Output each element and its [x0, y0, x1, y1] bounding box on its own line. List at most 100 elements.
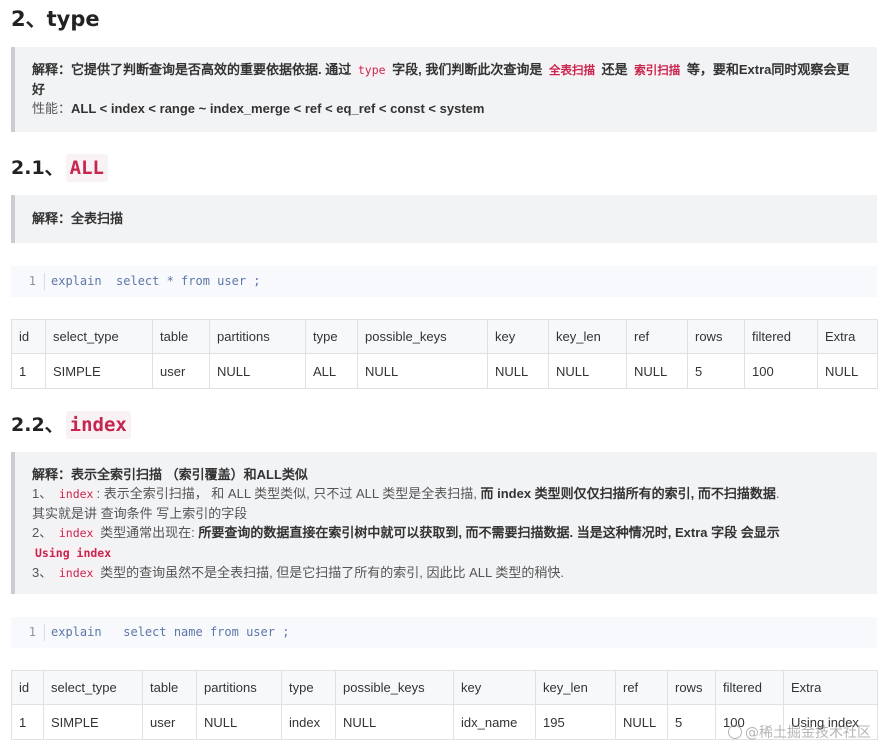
item2-number: 2、 [32, 525, 56, 540]
item3-number: 3、 [32, 565, 56, 580]
index-code-text: explain select name from user ; [51, 625, 290, 639]
item1-text-a: : 表示全索引扫描， 和 ALL 类型类似, 只不过 ALL 类型是全表扫描, [96, 486, 481, 501]
all-th-key: key [487, 319, 549, 354]
all-th-select-type: select_type [45, 319, 153, 354]
item3-text: 类型的查询虽然不是全表扫描, 但是它扫描了所有的索引, 因此比 ALL 类型的稍… [96, 565, 565, 580]
intro-text-2: 字段, 我们判断此次查询是 [388, 62, 547, 77]
index-th-table: table [142, 670, 197, 705]
item1-text-b: . [775, 486, 780, 501]
index-quote-item-1: 1、 index: 表示全索引扫描， 和 ALL 类型类似, 只不过 ALL 类… [32, 484, 861, 504]
article-page: 2、type 解释：它提供了判断查询是否高效的重要依据依据. 通过 type 字… [0, 0, 889, 752]
item2-code-using-index: Using index [32, 546, 115, 560]
index-th-key: key [453, 670, 536, 705]
item2-code: index [55, 526, 97, 540]
index-td-rows: 5 [667, 704, 716, 740]
index-td-type: index [281, 704, 336, 740]
index-code-line-number: 1 [11, 624, 45, 641]
all-td-possible-keys: NULL [357, 353, 488, 389]
subsection-index-number: 2.2、 [11, 414, 64, 436]
index-quote-item-2: 2、 index 类型通常出现在: 所要查询的数据直接在索引树中就可以获取到, … [32, 523, 861, 543]
all-th-type: type [305, 319, 358, 354]
subsection-all-number: 2.1、 [11, 157, 64, 179]
table-row: 1 SIMPLE user NULL ALL NULL NULL NULL NU… [11, 353, 878, 389]
item1-code: index [55, 487, 97, 501]
intro-performance: 性能：ALL < index < range ~ index_merge < r… [32, 99, 861, 118]
index-th-partitions: partitions [196, 670, 282, 705]
all-td-select-type: SIMPLE [45, 353, 153, 389]
all-th-key-len: key_len [548, 319, 627, 354]
index-th-possible-keys: possible_keys [335, 670, 454, 705]
index-quote-item-1-line2: 其实就是讲 查询条件 写上索引的字段 [32, 504, 861, 523]
all-th-rows: rows [687, 319, 745, 354]
index-th-extra: Extra [783, 670, 878, 705]
index-th-ref: ref [615, 670, 668, 705]
intro-text-1: 它提供了判断查询是否高效的重要依据依据. 通过 [71, 62, 355, 77]
item1-line2: 其实就是讲 查询条件 写上索引的字段 [32, 506, 248, 521]
subsection-all-title: 2.1、 ALL [11, 154, 108, 182]
all-th-partitions: partitions [209, 319, 306, 354]
all-table-header-row: id select_type table partitions type pos… [11, 319, 878, 354]
subsection-index-code: index [65, 411, 131, 439]
index-quote: 解释：表示全索引扫描 （索引覆盖）和ALL类似 1、 index: 表示全索引扫… [11, 452, 877, 594]
all-td-key: NULL [487, 353, 549, 389]
index-td-select-type: SIMPLE [43, 704, 143, 740]
index-quote-title-text: 解释：表示全索引扫描 （索引覆盖）和ALL类似 [32, 467, 308, 482]
index-table-header-row: id select_type table partitions type pos… [11, 670, 878, 705]
all-explain-table: id select_type table partitions type pos… [11, 319, 878, 389]
all-td-extra: NULL [817, 353, 878, 389]
index-td-ref: NULL [615, 704, 668, 740]
perf-value: ALL < index < range ~ index_merge < ref … [71, 101, 485, 116]
watermark-text: @稀土掘金技术社区 [745, 725, 871, 741]
index-th-select-type: select_type [43, 670, 143, 705]
index-quote-item-3: 3、 index 类型的查询虽然不是全表扫描, 但是它扫描了所有的索引, 因此比… [32, 563, 861, 583]
index-th-filtered: filtered [715, 670, 784, 705]
all-quote: 解释：全表扫描 [11, 195, 877, 243]
intro-explanation: 解释：它提供了判断查询是否高效的重要依据依据. 通过 type 字段, 我们判断… [32, 60, 861, 99]
index-code-block: 1 explain select name from user ; [11, 617, 877, 648]
index-td-id: 1 [11, 704, 44, 740]
all-code-block: 1 explain select * from user ; [11, 266, 877, 297]
section-title: 2、type [11, 7, 100, 31]
index-th-type: type [281, 670, 336, 705]
all-td-table: user [152, 353, 210, 389]
subsection-all-code: ALL [65, 154, 108, 182]
all-td-key-len: NULL [548, 353, 627, 389]
intro-code-type: type [354, 63, 389, 77]
index-th-rows: rows [667, 670, 716, 705]
subsection-index-title: 2.2、 index [11, 411, 131, 439]
index-td-partitions: NULL [196, 704, 282, 740]
all-quote-label: 解释： [32, 211, 72, 226]
all-th-table: table [152, 319, 210, 354]
intro-code-full-scan: 全表扫描 [546, 63, 599, 77]
item2-bold: 所要查询的数据直接在索引树中就可以获取到, 而不需要扫描数据. 当是这种情况时,… [198, 525, 780, 540]
watermark: @稀土掘金技术社区 [728, 722, 871, 742]
all-code-text: explain select * from user ; [51, 274, 261, 288]
index-td-table: user [142, 704, 197, 740]
all-th-ref: ref [626, 319, 688, 354]
index-td-possible-keys: NULL [335, 704, 454, 740]
intro-label: 解释： [32, 62, 72, 77]
index-th-id: id [11, 670, 44, 705]
intro-quote: 解释：它提供了判断查询是否高效的重要依据依据. 通过 type 字段, 我们判断… [11, 47, 877, 132]
all-code-line-number: 1 [11, 273, 45, 290]
all-td-filtered: 100 [744, 353, 818, 389]
all-quote-text: 全表扫描 [71, 211, 124, 226]
all-td-id: 1 [11, 353, 46, 389]
watermark-logo-icon [728, 725, 742, 739]
index-th-key-len: key_len [535, 670, 616, 705]
item1-bold: 而 index 类型则仅仅扫描所有的索引, 而不扫描数据 [480, 486, 776, 501]
all-td-ref: NULL [626, 353, 688, 389]
index-td-key: idx_name [453, 704, 536, 740]
index-quote-item-2-line2: Using index [32, 543, 861, 563]
all-td-rows: 5 [687, 353, 745, 389]
all-th-extra: Extra [817, 319, 878, 354]
all-th-id: id [11, 319, 46, 354]
all-th-filtered: filtered [744, 319, 818, 354]
item2-text-a: 类型通常出现在: [96, 525, 199, 540]
all-td-partitions: NULL [209, 353, 306, 389]
index-quote-title: 解释：表示全索引扫描 （索引覆盖）和ALL类似 [32, 465, 861, 484]
all-th-possible-keys: possible_keys [357, 319, 488, 354]
item3-code: index [55, 566, 97, 580]
intro-text-3: 还是 [598, 62, 632, 77]
all-td-type: ALL [305, 353, 358, 389]
